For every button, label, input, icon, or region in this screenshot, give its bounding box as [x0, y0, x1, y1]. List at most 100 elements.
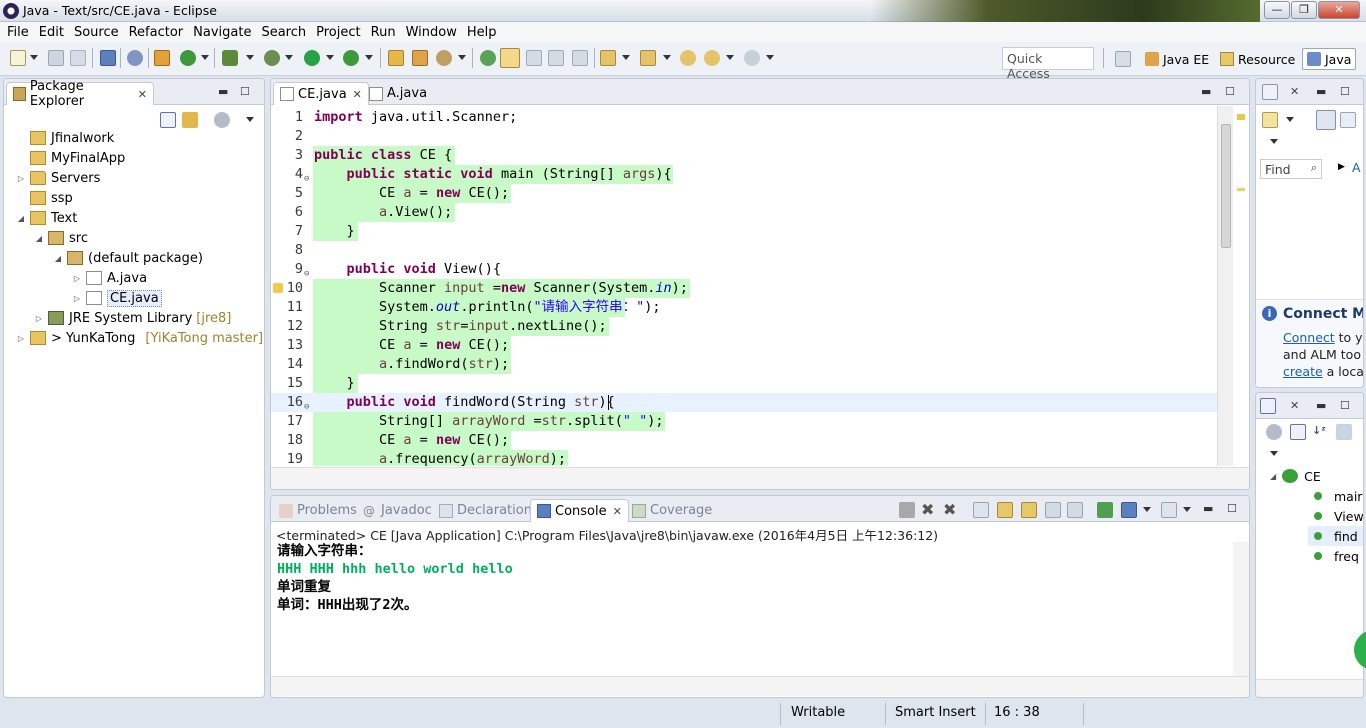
menu-help[interactable]: Help — [464, 25, 504, 40]
warning-icon[interactable] — [273, 283, 283, 293]
menu-source[interactable]: Source — [71, 25, 126, 40]
collapse-icon[interactable]: ◢ — [16, 214, 26, 223]
tree-item-text[interactable]: ◢ Text — [16, 208, 77, 228]
close-tab-icon[interactable]: ✕ — [138, 88, 147, 101]
new-task-dropdown-icon[interactable] — [1286, 117, 1294, 122]
search-icon[interactable] — [436, 50, 452, 66]
view-menu-icon[interactable] — [1270, 139, 1278, 144]
close-button[interactable]: ✕ — [1318, 1, 1360, 19]
mark-occurrences-icon[interactable] — [500, 48, 520, 68]
tree-item-a-java[interactable]: ▷ A.java — [72, 268, 147, 288]
minimize-view-icon[interactable]: ▬ — [218, 85, 228, 98]
collapse-all-icon[interactable] — [1290, 424, 1306, 440]
sort-icon[interactable]: ↓ᶻ — [1312, 424, 1328, 440]
display-console-dropdown-icon[interactable] — [1143, 507, 1151, 512]
coverage-icon[interactable] — [343, 50, 359, 66]
code-line[interactable]: 8 — [271, 241, 1217, 260]
minimize-view-icon[interactable]: ▬ — [1316, 399, 1326, 412]
code-line[interactable]: 17 String[] arrayWord =str.split(" "); — [271, 412, 1217, 431]
maximize-button[interactable]: ❐ — [1291, 1, 1317, 19]
close-tab-icon[interactable]: ✕ — [353, 88, 362, 101]
perspective-java[interactable]: Java — [1302, 48, 1357, 70]
remove-launch-icon[interactable]: ✖ — [921, 500, 937, 519]
tree-item-default-package[interactable]: ◢ (default package) — [53, 248, 203, 268]
tab-package-explorer[interactable]: Package Explorer ✕ — [6, 79, 154, 109]
code-line[interactable]: 7 } — [271, 222, 1217, 241]
open-console-dropdown-icon[interactable] — [1183, 507, 1191, 512]
tree-item-ssp[interactable]: ssp — [16, 188, 73, 208]
tab-problems[interactable]: Problems — [273, 499, 363, 522]
forward-dropdown-icon[interactable] — [766, 55, 774, 60]
outline-item-ce[interactable]: ◢ CE — [1270, 466, 1321, 486]
code-line[interactable]: 15 } — [271, 374, 1217, 393]
quick-access-input[interactable]: Quick Access — [1002, 47, 1094, 81]
new-package-icon[interactable] — [154, 50, 170, 66]
code-line[interactable]: 5 CE a = new CE(); — [271, 184, 1217, 203]
new-icon[interactable] — [10, 50, 26, 66]
save-all-icon[interactable] — [70, 50, 86, 66]
save-icon[interactable] — [48, 50, 64, 66]
tab-javadoc[interactable]: @ Javadoc — [357, 499, 438, 522]
menu-window[interactable]: Window — [403, 25, 464, 40]
tree-item-myfinalapp[interactable]: MyFinalApp — [16, 148, 125, 168]
perspective-java-ee[interactable]: Java EE — [1141, 48, 1213, 70]
view-menu-icon[interactable] — [246, 117, 254, 122]
menu-refactor[interactable]: Refactor — [126, 25, 191, 40]
open-perspective-icon[interactable] — [1115, 51, 1131, 67]
console-vertical-scrollbar[interactable] — [1233, 542, 1249, 676]
outline-icon[interactable] — [1260, 398, 1276, 414]
scroll-lock-icon[interactable] — [997, 502, 1013, 518]
tree-item-jfinalwork[interactable]: Jfinalwork — [16, 128, 114, 148]
code-line[interactable]: 16 ⊖ public void findWord(String str){ — [271, 393, 1217, 412]
run-server-dropdown-icon[interactable] — [246, 55, 254, 60]
remove-all-launches-icon[interactable]: ✖ — [943, 500, 959, 519]
expand-icon[interactable]: ▷ — [16, 174, 26, 183]
activate-task-link[interactable]: A — [1352, 160, 1361, 175]
maximize-view-icon[interactable]: ☐ — [1340, 399, 1350, 412]
tree-item-yunkatong[interactable]: ▷ > YunKaTong [YiKaTong master] — [16, 328, 263, 348]
terminate-icon[interactable] — [899, 502, 915, 518]
code-editor[interactable]: 1 import java.util.Scanner; 2 3 public class… — [271, 106, 1217, 466]
perspective-resource[interactable]: Resource — [1216, 48, 1299, 70]
open-console-icon[interactable] — [1161, 502, 1177, 518]
run-server-icon[interactable] — [222, 50, 238, 66]
focus-on-task-icon[interactable] — [1266, 424, 1282, 440]
minimize-view-icon[interactable]: ▬ — [1316, 85, 1326, 98]
coverage-dropdown-icon[interactable] — [365, 55, 373, 60]
focus-on-task-icon[interactable] — [214, 112, 230, 128]
collapse-all-icon[interactable] — [160, 112, 176, 128]
maximize-view-icon[interactable]: ☐ — [1225, 85, 1235, 98]
collapse-icon[interactable]: ◢ — [34, 234, 44, 243]
block-selection-icon[interactable] — [526, 50, 542, 66]
outline-item-findword[interactable]: find — [1308, 526, 1363, 546]
new-task-icon[interactable] — [1262, 112, 1278, 128]
menu-run[interactable]: Run — [368, 25, 403, 40]
collapse-icon[interactable]: ◢ — [53, 254, 63, 263]
next-annotation-icon[interactable] — [600, 50, 616, 66]
console-output[interactable]: 请输入字符串： HHH HHH hhh hello world hello 单词重复… — [275, 542, 1233, 672]
back-icon[interactable] — [704, 50, 720, 66]
debug-icon[interactable] — [264, 50, 280, 66]
menu-edit[interactable]: Edit — [36, 25, 71, 40]
console-icon[interactable] — [100, 50, 116, 66]
previous-annotation-dropdown-icon[interactable] — [663, 55, 671, 60]
link-with-editor-icon[interactable] — [182, 112, 198, 128]
code-line[interactable]: 10 Scanner input =new Scanner(System.in)… — [271, 279, 1217, 298]
toggle-breadcrumb-icon[interactable] — [480, 50, 496, 66]
show-on-error-icon[interactable] — [1067, 502, 1083, 518]
open-type-icon[interactable] — [388, 50, 404, 66]
outline-item-view[interactable]: View — [1314, 506, 1363, 526]
tab-coverage[interactable]: Coverage — [626, 499, 718, 522]
task-find-input[interactable]: Find ⌕ — [1260, 159, 1322, 179]
maximize-view-icon[interactable]: ☐ — [240, 85, 250, 98]
last-edit-location-icon[interactable] — [680, 50, 696, 66]
maximize-view-icon[interactable]: ☐ — [1340, 85, 1350, 98]
expand-icon[interactable]: ▷ — [34, 314, 44, 323]
editor-vertical-scrollbar[interactable] — [1217, 106, 1233, 466]
show-on-output-icon[interactable] — [1045, 502, 1061, 518]
forward-icon[interactable] — [744, 50, 760, 66]
code-line[interactable]: 13 CE a = new CE(); — [271, 336, 1217, 355]
run-dropdown-icon[interactable] — [326, 55, 334, 60]
menu-project[interactable]: Project — [313, 25, 367, 40]
code-line[interactable]: 11 System.out.println("请输入字符串："); — [271, 298, 1217, 317]
